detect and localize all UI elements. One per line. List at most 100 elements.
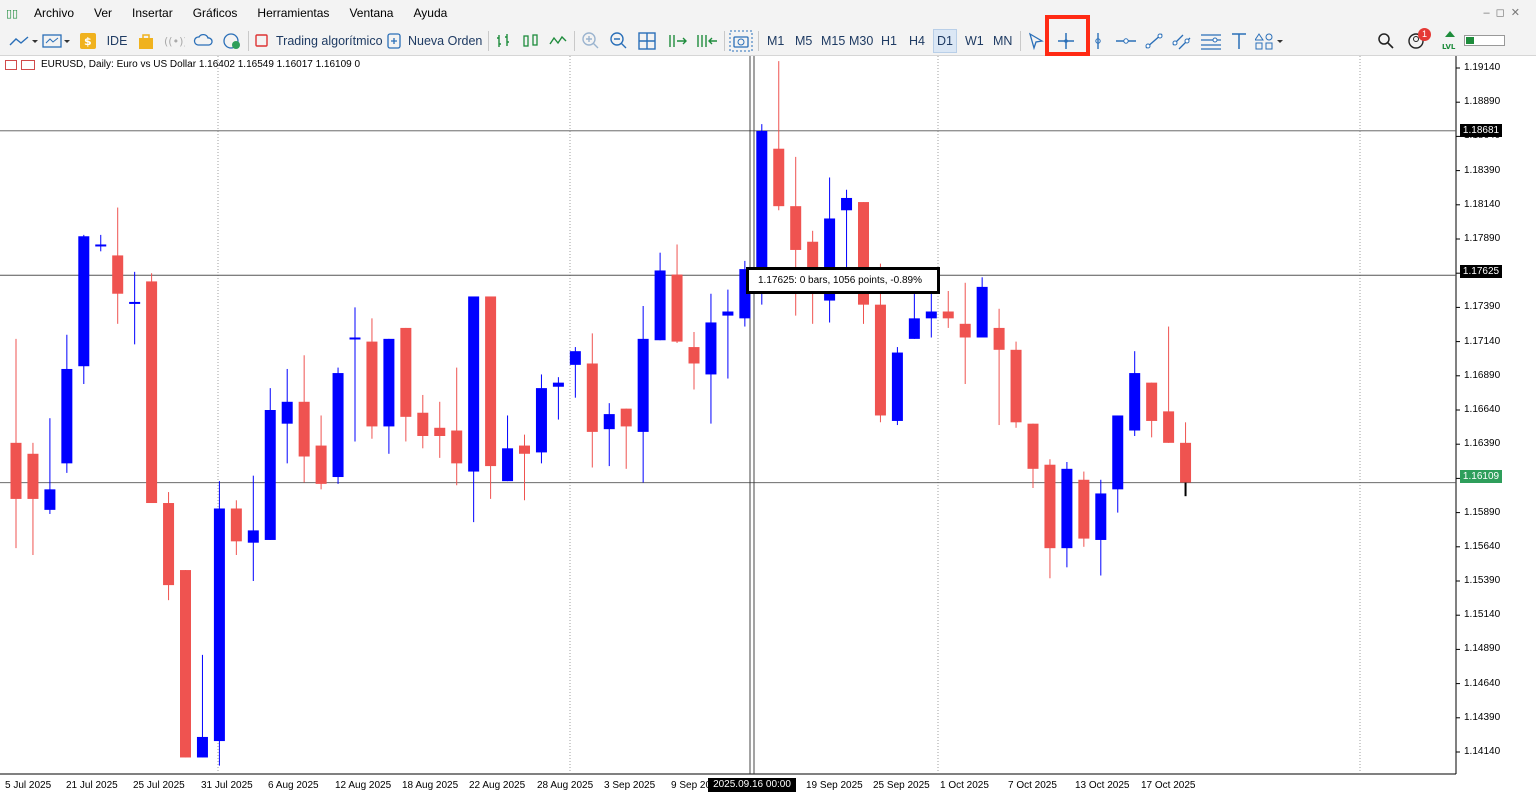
timeframe-d1[interactable]: D1 [933,29,957,53]
candle-body [502,448,514,482]
date-tick-label: 7 Oct 2025 [1008,780,1057,791]
candle-body [146,281,158,504]
menu-ayuda[interactable]: Ayuda [413,6,447,20]
candle-body [10,442,22,499]
menu-insertar[interactable]: Insertar [132,6,173,20]
screenshot-camera-icon[interactable] [728,29,754,53]
candle-body [586,363,598,432]
trendline-icon[interactable] [1142,29,1166,53]
candle-body [485,296,497,467]
vps-icon[interactable] [220,29,244,53]
candle-body [1146,382,1158,421]
date-tick-label: 3 Sep 2025 [604,780,656,791]
market-dollar-icon[interactable]: $ [78,29,98,53]
date-tick-label: 22 Aug 2025 [469,780,526,791]
price-tick-label: 1.14640 [1464,677,1501,689]
candle-body [163,503,175,586]
date-tick-label: 9 Sep 20 [671,780,712,791]
candle-body [1027,423,1039,469]
notifications-button[interactable]: 1 [1402,28,1432,53]
zoom-out-icon[interactable] [608,29,630,53]
cloud-icon[interactable] [192,29,216,53]
algo-trading-button[interactable]: Trading algorítmico [254,29,384,53]
date-tick-label: 21 Jul 2025 [66,780,118,791]
candle-body [400,327,412,417]
channel-icon[interactable] [1170,29,1194,53]
candlestick-chart[interactable] [0,56,1536,804]
shapes-dropdown-icon[interactable] [1254,29,1286,53]
candle-body [451,430,463,464]
menu-archivo[interactable]: Archivo [34,6,74,20]
search-icon[interactable] [1376,29,1396,53]
toolbar-separator [488,31,489,51]
template-dropdown[interactable] [40,29,72,53]
candle-body [756,130,768,279]
timeframe-m15[interactable]: M15 [818,29,848,53]
candle-body [27,453,39,499]
tile-windows-icon[interactable] [636,29,658,53]
candle-body [603,414,615,430]
market-bag-icon[interactable] [136,29,156,53]
algo-trading-label: Trading algorítmico [276,34,383,48]
candle-body [196,736,208,758]
text-tool-icon[interactable] [1228,29,1250,53]
vertical-line-icon[interactable] [1088,29,1108,53]
timeframe-m1[interactable]: M1 [764,29,787,53]
auto-scroll-icon[interactable] [666,29,690,53]
chart-header: EURUSD, Daily: Euro vs US Dollar 1.16402… [5,59,360,70]
crosshair-date-tag: 2025.09.16 00:00 [708,778,796,792]
candle-body [552,382,564,387]
price-tick-label: 1.14390 [1464,711,1501,723]
svg-text:((•)): ((•)) [164,35,185,48]
line-chart-icon[interactable] [548,29,570,53]
timeframe-h4[interactable]: H4 [906,29,928,53]
new-order-label: Nueva Orden [408,34,483,48]
cursor-arrow-icon[interactable] [1026,29,1046,53]
toolbar-separator [248,31,249,51]
timeframe-mn[interactable]: MN [990,29,1015,53]
timeframe-m30[interactable]: M30 [846,29,876,53]
toolbar-separator [758,31,759,51]
price-tick-label: 1.18390 [1464,164,1501,176]
timeframe-h1[interactable]: H1 [878,29,900,53]
timeframe-w1[interactable]: W1 [962,29,987,53]
menu-graficos[interactable]: Gráficos [193,6,238,20]
fibonacci-icon[interactable] [1198,29,1224,53]
chart-symbol-icon [21,59,35,70]
date-tick-label: 6 Aug 2025 [268,780,319,791]
date-tick-label: 25 Jul 2025 [133,780,185,791]
zoom-in-icon[interactable] [580,29,602,53]
price-tick-label: 1.18140 [1464,198,1501,210]
candle-body [569,351,581,365]
candle-body [519,445,530,454]
horizontal-line-icon[interactable] [1114,29,1138,53]
price-tick-label: 1.15640 [1464,540,1501,552]
notification-badge: 1 [1418,28,1431,41]
app-logo-icon: ▯▯ [6,7,19,20]
menu-ver[interactable]: Ver [94,6,112,20]
candle-body [976,286,988,338]
new-order-icon [387,33,401,49]
toolbar: $ IDE ((•)) Trading algorítmico Nueva Or… [0,26,1536,56]
candle-body [349,337,361,340]
chart-shift-icon[interactable] [694,29,720,53]
date-tick-label: 13 Oct 2025 [1075,780,1130,791]
candlestick-chart-icon[interactable] [520,29,542,53]
candle-body [620,408,632,427]
menu-herramientas[interactable]: Herramientas [257,6,329,20]
date-tick-label: 5 Jul 2025 [5,780,52,791]
candle-body [705,322,717,375]
signals-icon[interactable]: ((•)) [162,29,186,53]
bar-chart-icon[interactable] [494,29,516,53]
candle-body [129,301,141,304]
chart-area[interactable]: EURUSD, Daily: Euro vs US Dollar 1.16402… [0,56,1536,804]
candle-body [1078,479,1090,539]
candle-body [1061,468,1073,549]
window-controls[interactable]: –◻✕ [1484,6,1526,19]
timeframe-m5[interactable]: M5 [792,29,815,53]
ide-button[interactable]: IDE [104,29,130,53]
new-order-button[interactable]: Nueva Orden [386,29,484,53]
high-line-price-tag: 1.18681 [1460,124,1502,137]
chart-type-dropdown[interactable] [6,29,40,53]
menu-ventana[interactable]: Ventana [349,6,393,20]
